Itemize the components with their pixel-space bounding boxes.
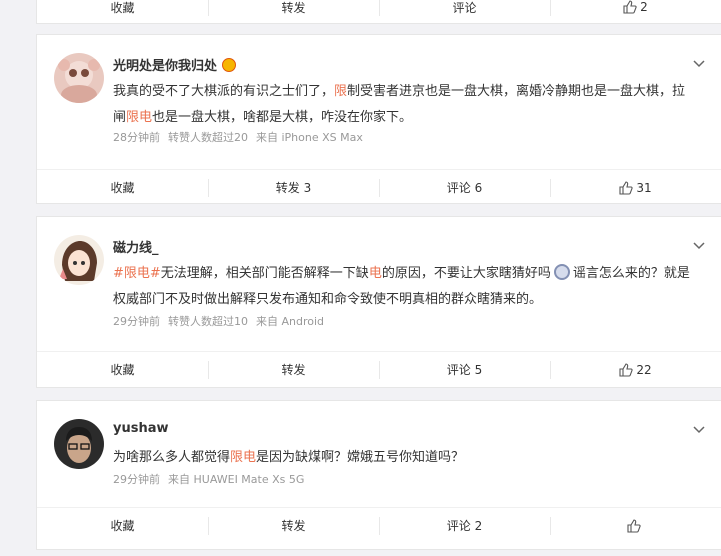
- post-meta: 29分钟前 转赞人数超过10 来自 Android: [113, 313, 332, 329]
- action-bar: 收藏 转发 3 评论 6 31: [37, 169, 721, 205]
- comment-button[interactable]: 评论 2: [379, 508, 550, 543]
- text-segment: 为啥那么多人都觉得: [113, 450, 231, 465]
- chevron-down-icon[interactable]: [691, 237, 707, 253]
- comment-button[interactable]: 评论: [379, 0, 550, 25]
- repost-note: 转赞人数超过10: [168, 315, 248, 328]
- comment-label: 评论 2: [446, 519, 483, 533]
- author-label: yushaw: [113, 421, 169, 436]
- post-card: yushaw 为啥那么多人都觉得限电是因为缺煤啊？嫦娥五号你知道吗？ 29分钟前…: [36, 400, 721, 550]
- like-count: 2: [640, 0, 648, 14]
- post-text: 为啥那么多人都觉得限电是因为缺煤啊？嫦娥五号你知道吗？: [113, 445, 693, 471]
- collect-label: 收藏: [110, 0, 135, 15]
- repost-button[interactable]: 转发: [208, 352, 379, 387]
- hashtag-link[interactable]: #限电#: [113, 266, 161, 281]
- post-card: 光明处是你我归处 我真的受不了大棋派的有识之士们了，限制受害者进京也是一盘大棋，…: [36, 34, 721, 204]
- like-icon: [619, 180, 633, 195]
- collect-label: 收藏: [110, 363, 135, 377]
- chevron-down-icon[interactable]: [691, 421, 707, 437]
- like-button[interactable]: 31: [550, 170, 721, 205]
- like-icon: [623, 0, 637, 14]
- collect-button[interactable]: 收藏: [37, 352, 208, 387]
- like-icon: [619, 362, 633, 377]
- text-segment: 的原因，不要让大家瞎猜好吗: [381, 266, 551, 281]
- post-time[interactable]: 29分钟前: [113, 473, 160, 486]
- post-time[interactable]: 29分钟前: [113, 315, 160, 328]
- post-meta: 28分钟前 转赞人数超过20 来自 iPhone XS Max: [113, 129, 371, 145]
- repost-button[interactable]: 转发: [208, 0, 379, 25]
- repost-button[interactable]: 转发: [208, 508, 379, 543]
- repost-label: 转发: [281, 363, 306, 377]
- comment-button[interactable]: 评论 5: [379, 352, 550, 387]
- like-icon: [627, 518, 641, 533]
- post-source: 来自 iPhone XS Max: [256, 131, 363, 144]
- keyword-highlight[interactable]: 限电: [126, 110, 152, 125]
- repost-note: 转赞人数超过20: [168, 131, 248, 144]
- keyword-highlight[interactable]: 电: [369, 266, 382, 281]
- collect-button[interactable]: 收藏: [37, 170, 208, 205]
- text-segment: 也是一盘大棋，啥都是大棋，咋没在你家下。: [152, 110, 413, 125]
- weibo-feed: 收藏 转发 评论 2 光明处是你我归处 我真的受不了大棋派的有识之士们了，限制受…: [0, 0, 721, 556]
- author-label: 光明处是你我归处: [113, 59, 218, 74]
- post-time[interactable]: 28分钟前: [113, 131, 160, 144]
- post-source: 来自 HUAWEI Mate Xs 5G: [168, 473, 305, 486]
- repost-label: 转发: [281, 519, 306, 533]
- post-source: 来自 Android: [256, 315, 325, 328]
- collect-label: 收藏: [110, 519, 135, 533]
- like-count: 31: [636, 180, 652, 195]
- text-segment: 无法理解，相关部门能否解释一下缺: [160, 266, 369, 281]
- repost-label: 转发: [281, 0, 306, 15]
- post-meta: 29分钟前 来自 HUAWEI Mate Xs 5G: [113, 471, 312, 487]
- comment-button[interactable]: 评论 6: [379, 170, 550, 205]
- author-name[interactable]: yushaw: [113, 421, 169, 436]
- post-text: #限电#无法理解，相关部门能否解释一下缺电的原因，不要让大家瞎猜好吗 谣言怎么来的…: [113, 261, 693, 313]
- crown-emoji-icon: [222, 58, 237, 72]
- post-card: 磁力线_ #限电#无法理解，相关部门能否解释一下缺电的原因，不要让大家瞎猜好吗谣…: [36, 216, 721, 388]
- post-text: 我真的受不了大棋派的有识之士们了，限制受害者进京也是一盘大棋，离婚冷静期也是一盘…: [113, 79, 693, 131]
- avatar[interactable]: [54, 235, 104, 285]
- avatar[interactable]: [54, 53, 104, 103]
- text-segment: 我真的受不了大棋派的有识之士们了，: [113, 84, 335, 99]
- previous-post-card: 收藏 转发 评论 2: [36, 0, 721, 24]
- comment-label: 评论 5: [446, 363, 483, 377]
- author-label: 磁力线_: [113, 241, 159, 256]
- repost-button[interactable]: 转发 3: [208, 170, 379, 205]
- keyword-highlight[interactable]: 限电: [230, 450, 256, 465]
- action-bar: 收藏 转发 评论 2: [37, 0, 721, 25]
- like-button[interactable]: [550, 508, 721, 543]
- collect-button[interactable]: 收藏: [37, 508, 208, 543]
- like-button[interactable]: 22: [550, 352, 721, 387]
- like-button[interactable]: 2: [550, 0, 721, 25]
- comment-label: 评论 6: [446, 181, 483, 195]
- action-bar: 收藏 转发 评论 2: [37, 507, 721, 543]
- comment-label: 评论: [452, 0, 477, 15]
- avatar[interactable]: [54, 419, 104, 469]
- author-name[interactable]: 磁力线_: [113, 237, 159, 256]
- collect-button[interactable]: 收藏: [37, 0, 208, 25]
- chevron-down-icon[interactable]: [691, 55, 707, 71]
- smiley-emoji-icon: [553, 264, 570, 280]
- author-name[interactable]: 光明处是你我归处: [113, 55, 237, 74]
- text-segment: 是因为缺煤啊？嫦娥五号你知道吗？: [256, 450, 465, 465]
- collect-label: 收藏: [110, 181, 135, 195]
- repost-label: 转发 3: [275, 181, 312, 195]
- action-bar: 收藏 转发 评论 5 22: [37, 351, 721, 387]
- like-count: 22: [636, 362, 652, 377]
- keyword-highlight[interactable]: 限: [334, 84, 347, 99]
